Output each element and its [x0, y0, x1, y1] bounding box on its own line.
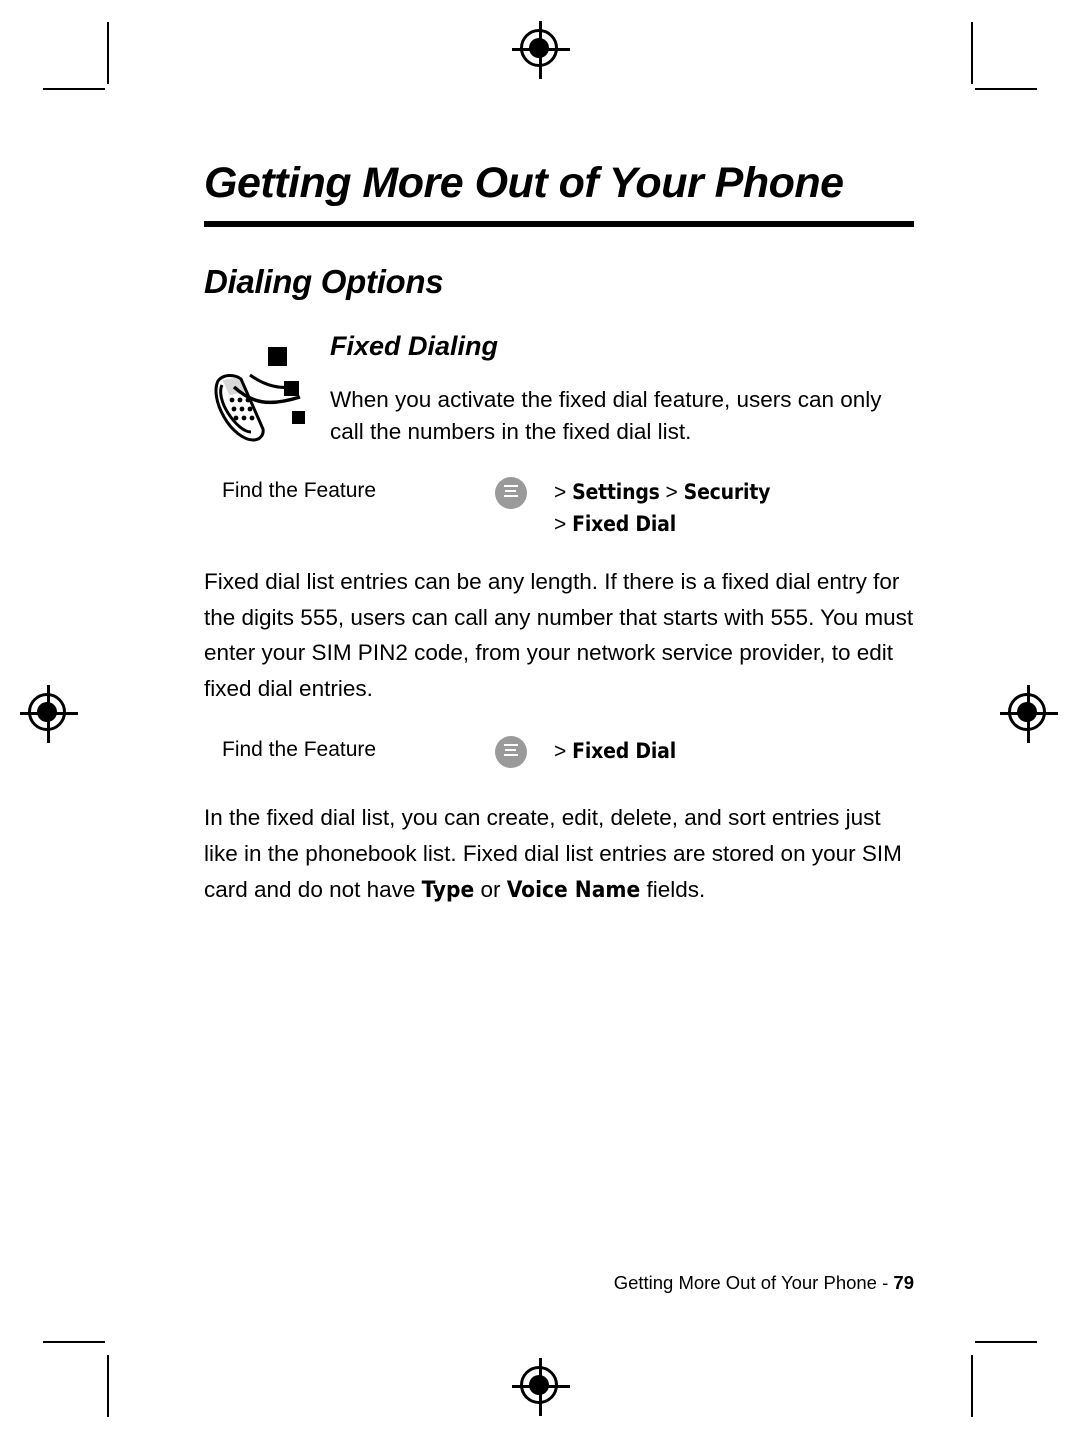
crop-mark-top-right-vertical [971, 22, 973, 84]
menu-key-icon [495, 736, 527, 769]
crop-mark-bottom-left-horizontal [43, 1341, 105, 1343]
path-arrow: > [665, 481, 678, 505]
paragraph-fixed-dial-entries: Fixed dial list entries can be any lengt… [204, 569, 914, 701]
registration-mark-left [20, 685, 78, 743]
crop-mark-bottom-left-vertical [107, 1355, 109, 1417]
paragraph-part-2: or [474, 876, 507, 902]
crop-mark-top-left-vertical [107, 22, 109, 84]
crop-mark-top-left-horizontal [43, 88, 105, 90]
find-feature-path-2: > Fixed Dial [554, 736, 914, 768]
subsection-intro-text: When you activate the fixed dial feature… [330, 387, 882, 445]
find-the-feature-row-1: Find the Feature > Settings > Security >… [212, 477, 914, 540]
menu-item-fixed-dial: Fixed Dial [572, 511, 676, 536]
crop-mark-bottom-right-vertical [971, 1355, 973, 1417]
menu-item-fixed-dial: Fixed Dial [572, 739, 676, 764]
footer-page-number: 79 [893, 1272, 914, 1293]
fixed-dialing-body: Fixed Dialing When you activate the fixe… [330, 331, 914, 448]
manual-page: Getting More Out of Your Phone Dialing O… [0, 0, 1080, 1438]
find-the-feature-row-2: Find the Feature > Fixed Dial [212, 736, 914, 778]
page-content: Getting More Out of Your Phone Dialing O… [204, 159, 914, 908]
find-feature-path-1: > Settings > Security > Fixed Dial [554, 477, 914, 540]
path-arrow: > [554, 512, 567, 536]
field-name-type: Type [421, 876, 475, 903]
fixed-dialing-subsection: Fixed Dialing When you activate the fixe… [204, 331, 914, 451]
subsection-heading: Fixed Dialing [330, 331, 499, 362]
title-divider [204, 221, 914, 228]
page-footer: Getting More Out of Your Phone - 79 [204, 1272, 914, 1294]
menu-item-security: Security [683, 480, 771, 505]
field-name-voice-name: Voice Name [506, 876, 641, 903]
path-arrow: > [554, 481, 567, 505]
crop-mark-top-right-horizontal [975, 88, 1037, 90]
menu-key-icon [495, 477, 527, 510]
paragraph-part-3: fields. [640, 876, 706, 902]
find-feature-label-1: Find the Feature [222, 479, 377, 503]
registration-mark-right [1000, 685, 1058, 743]
paragraph-fixed-dial-list: In the fixed dial list, you can create, … [204, 800, 914, 908]
registration-mark-bottom [512, 1358, 570, 1416]
registration-mark-top [512, 21, 570, 79]
crop-mark-bottom-right-horizontal [975, 1341, 1037, 1343]
page-title: Getting More Out of Your Phone [204, 159, 844, 207]
path-arrow: > [554, 740, 567, 764]
menu-item-settings: Settings [572, 480, 660, 505]
phone-with-keys-icon [208, 345, 318, 450]
footer-text: Getting More Out of Your Phone - [613, 1272, 894, 1293]
section-heading: Dialing Options [204, 263, 444, 301]
find-feature-label-2: Find the Feature [222, 738, 377, 762]
